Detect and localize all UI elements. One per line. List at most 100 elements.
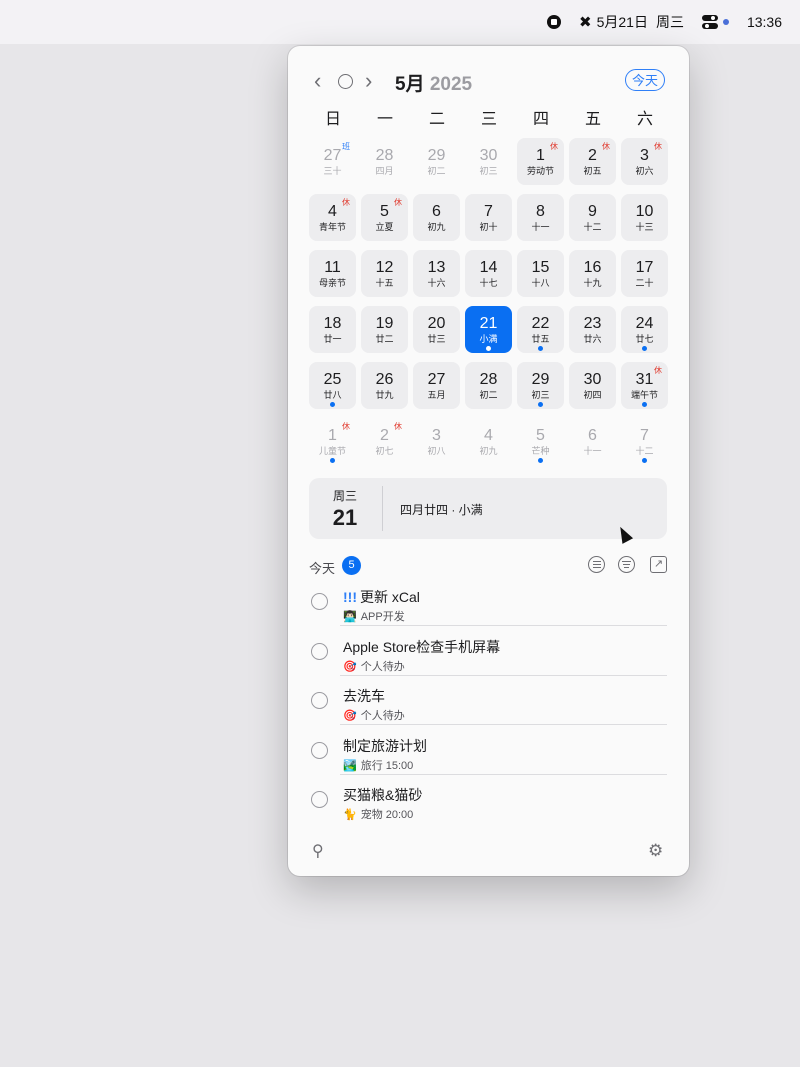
filter-icon[interactable]	[618, 556, 635, 573]
day-number: 7	[640, 427, 649, 444]
control-center-icon[interactable]	[701, 15, 729, 29]
todo-title: Apple Store检查手机屏幕	[343, 638, 501, 655]
lunar-label: 廿七	[635, 334, 654, 344]
day-cell[interactable]: 3 初八	[413, 418, 460, 465]
day-number: 30	[583, 371, 602, 388]
todo-checkbox[interactable]	[311, 593, 328, 610]
lunar-label: 三十	[323, 166, 342, 176]
lunar-label: 初四	[583, 390, 602, 400]
day-cell[interactable]: 8 十一	[517, 194, 564, 241]
holiday-badge: 休	[654, 366, 662, 375]
day-cell[interactable]: 29 初三	[517, 362, 564, 409]
day-cell[interactable]: 1 儿童节休	[309, 418, 356, 465]
day-number: 28	[479, 371, 498, 388]
day-cell[interactable]: 4 青年节休	[309, 194, 356, 241]
day-number: 24	[635, 315, 654, 332]
weekday-label: 三	[480, 111, 497, 128]
weekday-label: 六	[636, 111, 653, 128]
day-cell[interactable]: 16 十九	[569, 250, 616, 297]
day-number: 28	[375, 147, 394, 164]
day-cell[interactable]: 14 十七	[465, 250, 512, 297]
todo-title-row: Apple Store检查手机屏幕	[343, 637, 500, 657]
open-external-icon[interactable]: ↗	[650, 556, 667, 573]
day-cell[interactable]: 19 廿二	[361, 306, 408, 353]
todo-checkbox[interactable]	[311, 692, 328, 710]
day-cell[interactable]: 28 四月	[361, 138, 408, 185]
lunar-label: 初三	[479, 166, 498, 176]
lunar-label: 初十	[479, 222, 498, 232]
stop-icon[interactable]	[547, 15, 562, 29]
lunar-label: 初二	[427, 166, 446, 176]
day-cell[interactable]: 18 廿一	[309, 306, 356, 353]
today-button[interactable]: 今天	[625, 69, 665, 91]
day-cell[interactable]: 17 二十	[621, 250, 668, 297]
xcal-menu-item[interactable]: ✖ 5月21日 周三	[579, 12, 684, 32]
day-cell[interactable]: 13 十六	[413, 250, 460, 297]
day-cell[interactable]: 10 十三	[621, 194, 668, 241]
menubar-clock[interactable]: 13:36	[747, 14, 782, 30]
todo-checkbox[interactable]	[311, 642, 328, 660]
todo-title-row: 去洗车	[343, 686, 385, 706]
holiday-badge: 休	[654, 142, 662, 151]
list-view-icon[interactable]	[588, 556, 605, 573]
menubar-weekday: 周三	[655, 14, 684, 30]
day-cell[interactable]: 20 廿三	[413, 306, 460, 353]
todo-item[interactable]: Apple Store检查手机屏幕 🎯 个人待办	[288, 629, 689, 677]
day-cell[interactable]: 30 初四	[569, 362, 616, 409]
day-cell[interactable]: 28 初二	[465, 362, 512, 409]
lunar-label: 十九	[583, 278, 602, 288]
day-cell[interactable]: 31 端午节休	[621, 362, 668, 409]
day-cell[interactable]: 1 劳动节休	[517, 138, 564, 185]
day-cell[interactable]: 3 初六休	[621, 138, 668, 185]
lunar-label: 五月	[427, 390, 446, 400]
day-cell[interactable]: 24 廿七	[621, 306, 668, 353]
day-cell[interactable]: 7 十二	[621, 418, 668, 465]
lunar-label: 廿八	[323, 390, 342, 400]
day-cell-selected[interactable]: 21 小满	[465, 306, 512, 353]
day-cell[interactable]: 7 初十	[465, 194, 512, 241]
todo-checkbox[interactable]	[311, 791, 328, 809]
day-cell[interactable]: 12 十五	[361, 250, 408, 297]
todo-item[interactable]: 去洗车 🎯 个人待办	[288, 678, 689, 726]
day-cell[interactable]: 27 五月	[413, 362, 460, 409]
todo-meta: 🏞️ 旅行 15:00	[343, 757, 413, 773]
day-cell[interactable]: 30 初三	[465, 138, 512, 185]
gear-icon[interactable]: ⚙	[648, 841, 663, 861]
day-cell[interactable]: 4 初九	[465, 418, 512, 465]
go-today-circle-icon[interactable]	[338, 74, 353, 89]
todo-item[interactable]: 制定旅游计划 🏞️ 旅行 15:00	[288, 728, 689, 776]
day-cell[interactable]: 22 廿五	[517, 306, 564, 353]
day-cell[interactable]: 26 廿九	[361, 362, 408, 409]
todo-item[interactable]: 买猫粮&猫砂 🐈 宠物 20:00	[288, 777, 689, 825]
event-dot-icon	[538, 346, 543, 351]
day-number: 6	[588, 427, 597, 444]
todo-meta: 🎯 个人待办	[343, 658, 405, 674]
day-cell[interactable]: 5 芒种	[517, 418, 564, 465]
day-cell[interactable]: 2 初五休	[569, 138, 616, 185]
day-cell[interactable]: 15 十八	[517, 250, 564, 297]
todo-item[interactable]: !!! 更新 xCal 👨🏻‍💻 APP开发	[288, 579, 689, 627]
day-cell[interactable]: 6 十一	[569, 418, 616, 465]
day-cell[interactable]: 23 廿六	[569, 306, 616, 353]
todo-title-row: 买猫粮&猫砂	[343, 785, 422, 805]
chevron-right-icon[interactable]: ›	[365, 70, 372, 92]
pin-icon[interactable]: ⚲	[312, 841, 324, 861]
day-cell[interactable]: 9 十二	[569, 194, 616, 241]
day-cell[interactable]: 11 母亲节	[309, 250, 356, 297]
weekday-header: 日一二三四五六	[307, 112, 669, 128]
day-cell[interactable]: 25 廿八	[309, 362, 356, 409]
todo-checkbox[interactable]	[311, 741, 328, 759]
day-number: 16	[583, 259, 602, 276]
chevron-left-icon[interactable]: ‹	[314, 70, 321, 92]
day-number: 6	[432, 203, 441, 220]
day-number: 19	[375, 315, 394, 332]
selected-day-summary[interactable]: 周三 21 四月廿四 · 小满	[309, 478, 667, 539]
day-cell[interactable]: 27 三十班	[309, 138, 356, 185]
day-cell[interactable]: 6 初九	[413, 194, 460, 241]
month-grid: 27 三十班 28 四月 29 初二 30 初三 1 劳动节休 2 初五休 3 初六休 4 青年节休 5 立夏休 6…	[309, 138, 668, 465]
selected-day-number: 21	[332, 505, 358, 530]
day-cell[interactable]: 5 立夏休	[361, 194, 408, 241]
day-number: 13	[427, 259, 446, 276]
day-cell[interactable]: 2 初七休	[361, 418, 408, 465]
day-cell[interactable]: 29 初二	[413, 138, 460, 185]
